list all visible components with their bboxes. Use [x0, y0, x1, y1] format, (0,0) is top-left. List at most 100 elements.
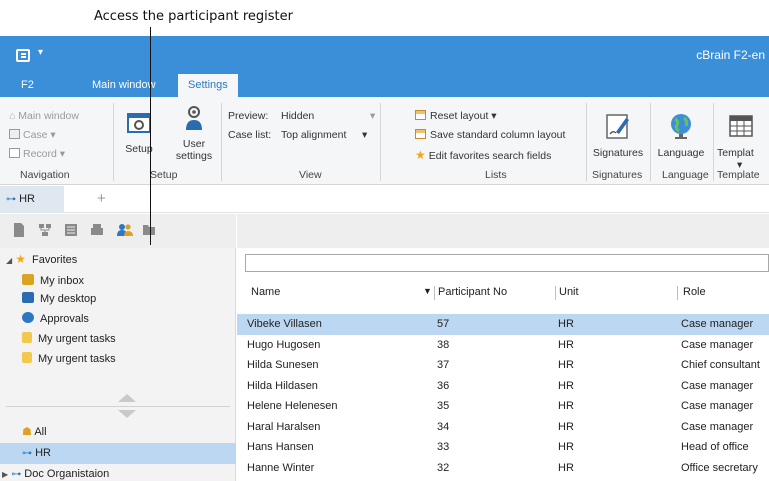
- home-icon: ⌂: [9, 110, 19, 122]
- cell-participant-no: 57: [437, 318, 450, 330]
- task-icon: [22, 352, 32, 363]
- favorites-item-my-inbox[interactable]: My inbox: [22, 272, 84, 290]
- org-unit-icon: ⊶: [22, 448, 32, 459]
- favorites-item-my-desktop[interactable]: My desktop: [22, 290, 96, 308]
- cell-participant-no: 34: [437, 420, 450, 433]
- record-icon: [9, 148, 20, 158]
- star-icon: ★: [15, 252, 26, 266]
- print-icon[interactable]: [90, 223, 104, 237]
- favorites-title: Favorites: [32, 254, 78, 266]
- splitter-up-icon[interactable]: [118, 394, 136, 402]
- org-unit-icon: ⊶: [6, 194, 16, 205]
- collapse-icon[interactable]: ◢: [6, 256, 12, 265]
- reset-layout-button[interactable]: Reset layout ▾: [415, 110, 497, 122]
- quick-access-icon[interactable]: [16, 49, 30, 62]
- column-header-role[interactable]: Role: [683, 286, 706, 298]
- table-row[interactable]: Helene Helenesen 35 HR Case manager: [237, 396, 769, 417]
- record-button[interactable]: Record ▾: [9, 148, 65, 160]
- add-tab-button[interactable]: +: [97, 190, 106, 207]
- language-button[interactable]: Language: [654, 112, 708, 159]
- column-header-unit[interactable]: Unit: [559, 286, 579, 298]
- cell-role: Case manager: [681, 318, 754, 330]
- favorites-item-label: Approvals: [40, 313, 89, 325]
- signatures-button[interactable]: Signatures: [590, 112, 646, 159]
- hierarchy-icon[interactable]: [38, 223, 52, 237]
- splitter-line[interactable]: [6, 406, 230, 407]
- cell-name: Hilda Hildasen: [247, 379, 318, 392]
- favorites-item-my-urgent-tasks[interactable]: My urgent tasks: [22, 330, 116, 348]
- table-row[interactable]: Hans Hansen 33 HR Head of office: [237, 437, 769, 458]
- cell-unit: HR: [558, 461, 574, 474]
- splitter-down-icon[interactable]: [118, 410, 136, 418]
- main-window-label: Main window: [18, 110, 79, 122]
- participant-list-panel: Name ▼ Participant No Unit Role Vibeke V…: [237, 214, 769, 481]
- table-row[interactable]: Hilda Hildasen 36 HR Case manager: [237, 376, 769, 397]
- edit-favorites-button[interactable]: ★ Edit favorites search fields: [415, 148, 551, 162]
- user-settings-icon: [186, 106, 202, 130]
- unit-item-label: Doc Organistaion: [24, 468, 110, 480]
- list-toolbar: [237, 214, 769, 248]
- list-icon[interactable]: [64, 223, 78, 237]
- column-header-participant-no[interactable]: Participant No: [438, 286, 507, 298]
- tab-main-window[interactable]: Main window: [92, 74, 156, 97]
- inbox-icon: [22, 274, 34, 285]
- preview-label: Preview:: [228, 110, 269, 122]
- participants-icon[interactable]: [117, 223, 133, 237]
- unit-item-doc-organisation[interactable]: ▶ ⊶ Doc Organistaion: [0, 464, 236, 481]
- lists-group-label: Lists: [485, 169, 507, 181]
- star-icon: ★: [415, 148, 426, 162]
- table-icon: [729, 115, 753, 137]
- cell-unit: HR: [558, 379, 574, 392]
- table-row[interactable]: Hanne Winter 32 HR Office secretary: [237, 458, 769, 479]
- left-toolbar: [0, 214, 236, 248]
- expand-icon[interactable]: ▶: [2, 470, 8, 479]
- filter-input[interactable]: [245, 254, 769, 272]
- case-list-label: Case list:: [228, 129, 272, 141]
- column-separator[interactable]: [434, 286, 435, 300]
- setup-group-label: Setup: [150, 169, 178, 181]
- folder-icon[interactable]: [142, 223, 156, 237]
- column-separator[interactable]: [555, 286, 556, 300]
- preview-select[interactable]: Hidden: [281, 110, 314, 122]
- favorites-item-my-urgent-tasks[interactable]: My urgent tasks: [22, 350, 116, 368]
- tab-f2[interactable]: F2: [21, 74, 34, 97]
- tab-settings[interactable]: Settings: [178, 74, 238, 97]
- column-header-name[interactable]: Name: [251, 286, 280, 298]
- case-list-select[interactable]: Top alignment: [281, 129, 346, 141]
- templates-label: Templat: [717, 147, 754, 159]
- column-separator[interactable]: [677, 286, 678, 300]
- document-icon[interactable]: [12, 223, 26, 237]
- sort-descending-icon[interactable]: ▼: [423, 286, 432, 296]
- setup-button[interactable]: Setup: [117, 110, 161, 155]
- case-list-dropdown-icon[interactable]: ▾: [362, 129, 367, 141]
- unit-item-label: All: [34, 426, 47, 438]
- main-window-button[interactable]: ⌂ Main window: [9, 110, 79, 122]
- cell-role: Office secretary: [681, 461, 758, 474]
- favorites-item-approvals[interactable]: Approvals: [22, 310, 89, 328]
- workspace-tab-hr[interactable]: ⊶ HR: [0, 186, 64, 213]
- case-button[interactable]: Case ▾: [9, 129, 56, 141]
- cell-unit: HR: [558, 400, 574, 412]
- quick-access-dropdown[interactable]: ▾: [38, 47, 43, 58]
- unit-item-hr[interactable]: ⊶ HR: [0, 443, 236, 464]
- templates-button[interactable]: Templat ▾: [717, 112, 769, 171]
- signatures-label: Signatures: [592, 147, 644, 159]
- ribbon-separator: [650, 103, 651, 181]
- table-row[interactable]: Vibeke Villasen 57 HR Case manager: [237, 314, 769, 335]
- case-label: Case ▾: [23, 129, 56, 141]
- user-settings-button[interactable]: User settings: [172, 105, 216, 162]
- ribbon-tab-strip: F2 Main window Settings: [0, 74, 769, 97]
- table-row[interactable]: Hugo Hugosen 38 HR Case manager: [237, 335, 769, 356]
- save-standard-layout-button[interactable]: Save standard column layout: [415, 129, 565, 141]
- cell-participant-no: 37: [437, 359, 450, 371]
- cell-name: Hugo Hugosen: [247, 338, 321, 351]
- setup-label: Setup: [125, 143, 153, 155]
- table-row[interactable]: Hilda Sunesen 37 HR Chief consultant: [237, 355, 769, 376]
- ribbon-separator: [380, 103, 381, 181]
- table-row[interactable]: Haral Haralsen 34 HR Case manager: [237, 417, 769, 438]
- setup-icon: [127, 113, 151, 133]
- preview-dropdown-icon[interactable]: ▾: [370, 110, 375, 122]
- unit-item-all[interactable]: ☗ All: [0, 422, 236, 443]
- favorites-header[interactable]: ◢ ★ Favorites: [6, 252, 77, 266]
- ribbon: ⌂ Main window Case ▾ Record ▾ Navigation…: [0, 97, 769, 185]
